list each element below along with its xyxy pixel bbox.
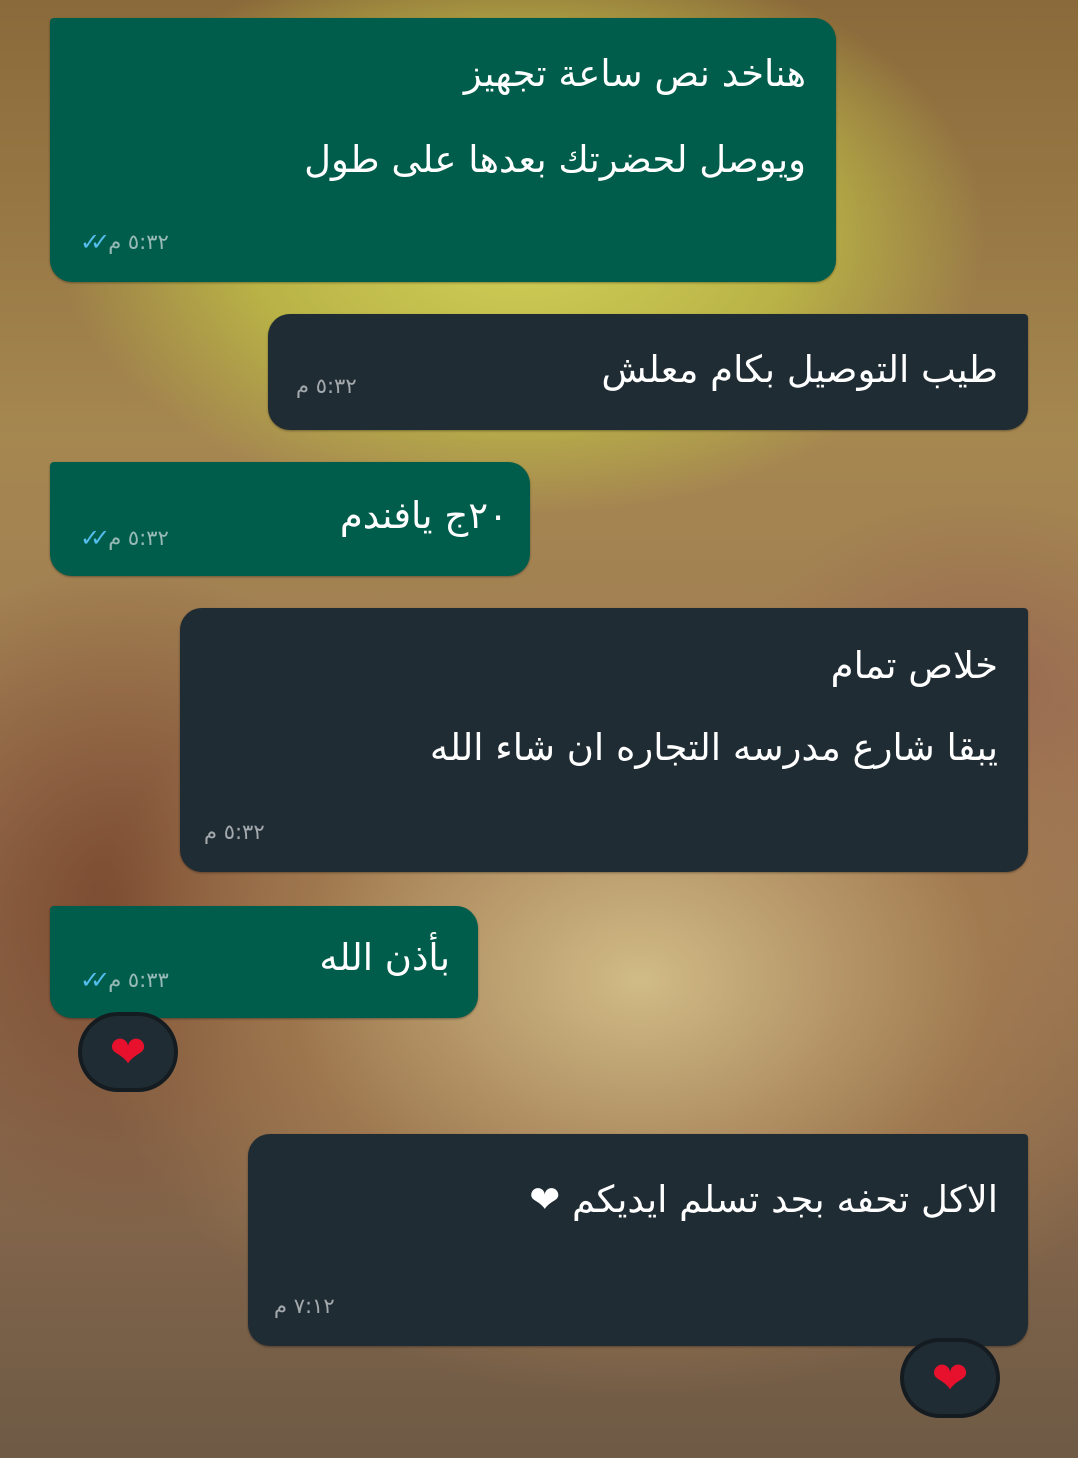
read-receipt-icon: ✓✓	[80, 524, 110, 552]
message-bubble-outgoing[interactable]: ٢٠ج يافندم ٥:٣٢ م ✓✓	[50, 462, 530, 576]
message-time: ٧:١٢ م	[274, 1294, 335, 1318]
message-time: ٥:٣٢ م	[296, 374, 357, 398]
message-bubble-incoming[interactable]: خلاص تمام يبقا شارع مدرسه التجاره ان شاء…	[180, 608, 1028, 872]
message-time: ٥:٣٢ م	[204, 820, 265, 844]
message-bubble-incoming[interactable]: الاكل تحفه بجد تسلم ايديكم ❤ ٧:١٢ م	[248, 1134, 1028, 1346]
message-time: ٥:٣٢ م	[108, 526, 169, 550]
message-text: يبقا شارع مدرسه التجاره ان شاء الله	[429, 726, 998, 769]
message-meta: ٥:٣٣ م ✓✓	[80, 966, 169, 994]
reaction-heart-icon[interactable]: ❤	[900, 1338, 1000, 1418]
message-text: هناخد نص ساعة تجهيز	[463, 52, 806, 95]
message-text: ويوصل لحضرتك بعدها على طول	[304, 138, 806, 181]
message-bubble-outgoing[interactable]: بأذن الله ٥:٣٣ م ✓✓	[50, 906, 478, 1018]
message-meta: ٥:٣٢ م ✓✓	[80, 524, 169, 552]
message-time: ٥:٣٣ م	[108, 968, 169, 992]
message-text: بأذن الله	[319, 936, 450, 979]
message-text: ٢٠ج يافندم	[339, 494, 508, 537]
message-bubble-incoming[interactable]: طيب التوصيل بكام معلش ٥:٣٢ م	[268, 314, 1028, 430]
message-text: الاكل تحفه بجد تسلم ايديكم ❤	[529, 1178, 998, 1221]
message-text: خلاص تمام	[830, 644, 998, 687]
reaction-heart-icon[interactable]: ❤	[78, 1012, 178, 1092]
message-bubble-outgoing[interactable]: هناخد نص ساعة تجهيز ويوصل لحضرتك بعدها ع…	[50, 18, 836, 282]
read-receipt-icon: ✓✓	[80, 228, 110, 256]
read-receipt-icon: ✓✓	[80, 966, 110, 994]
message-text: طيب التوصيل بكام معلش	[601, 348, 998, 391]
message-meta: ٥:٣٢ م ✓✓	[80, 228, 169, 256]
message-time: ٥:٣٢ م	[108, 230, 169, 254]
